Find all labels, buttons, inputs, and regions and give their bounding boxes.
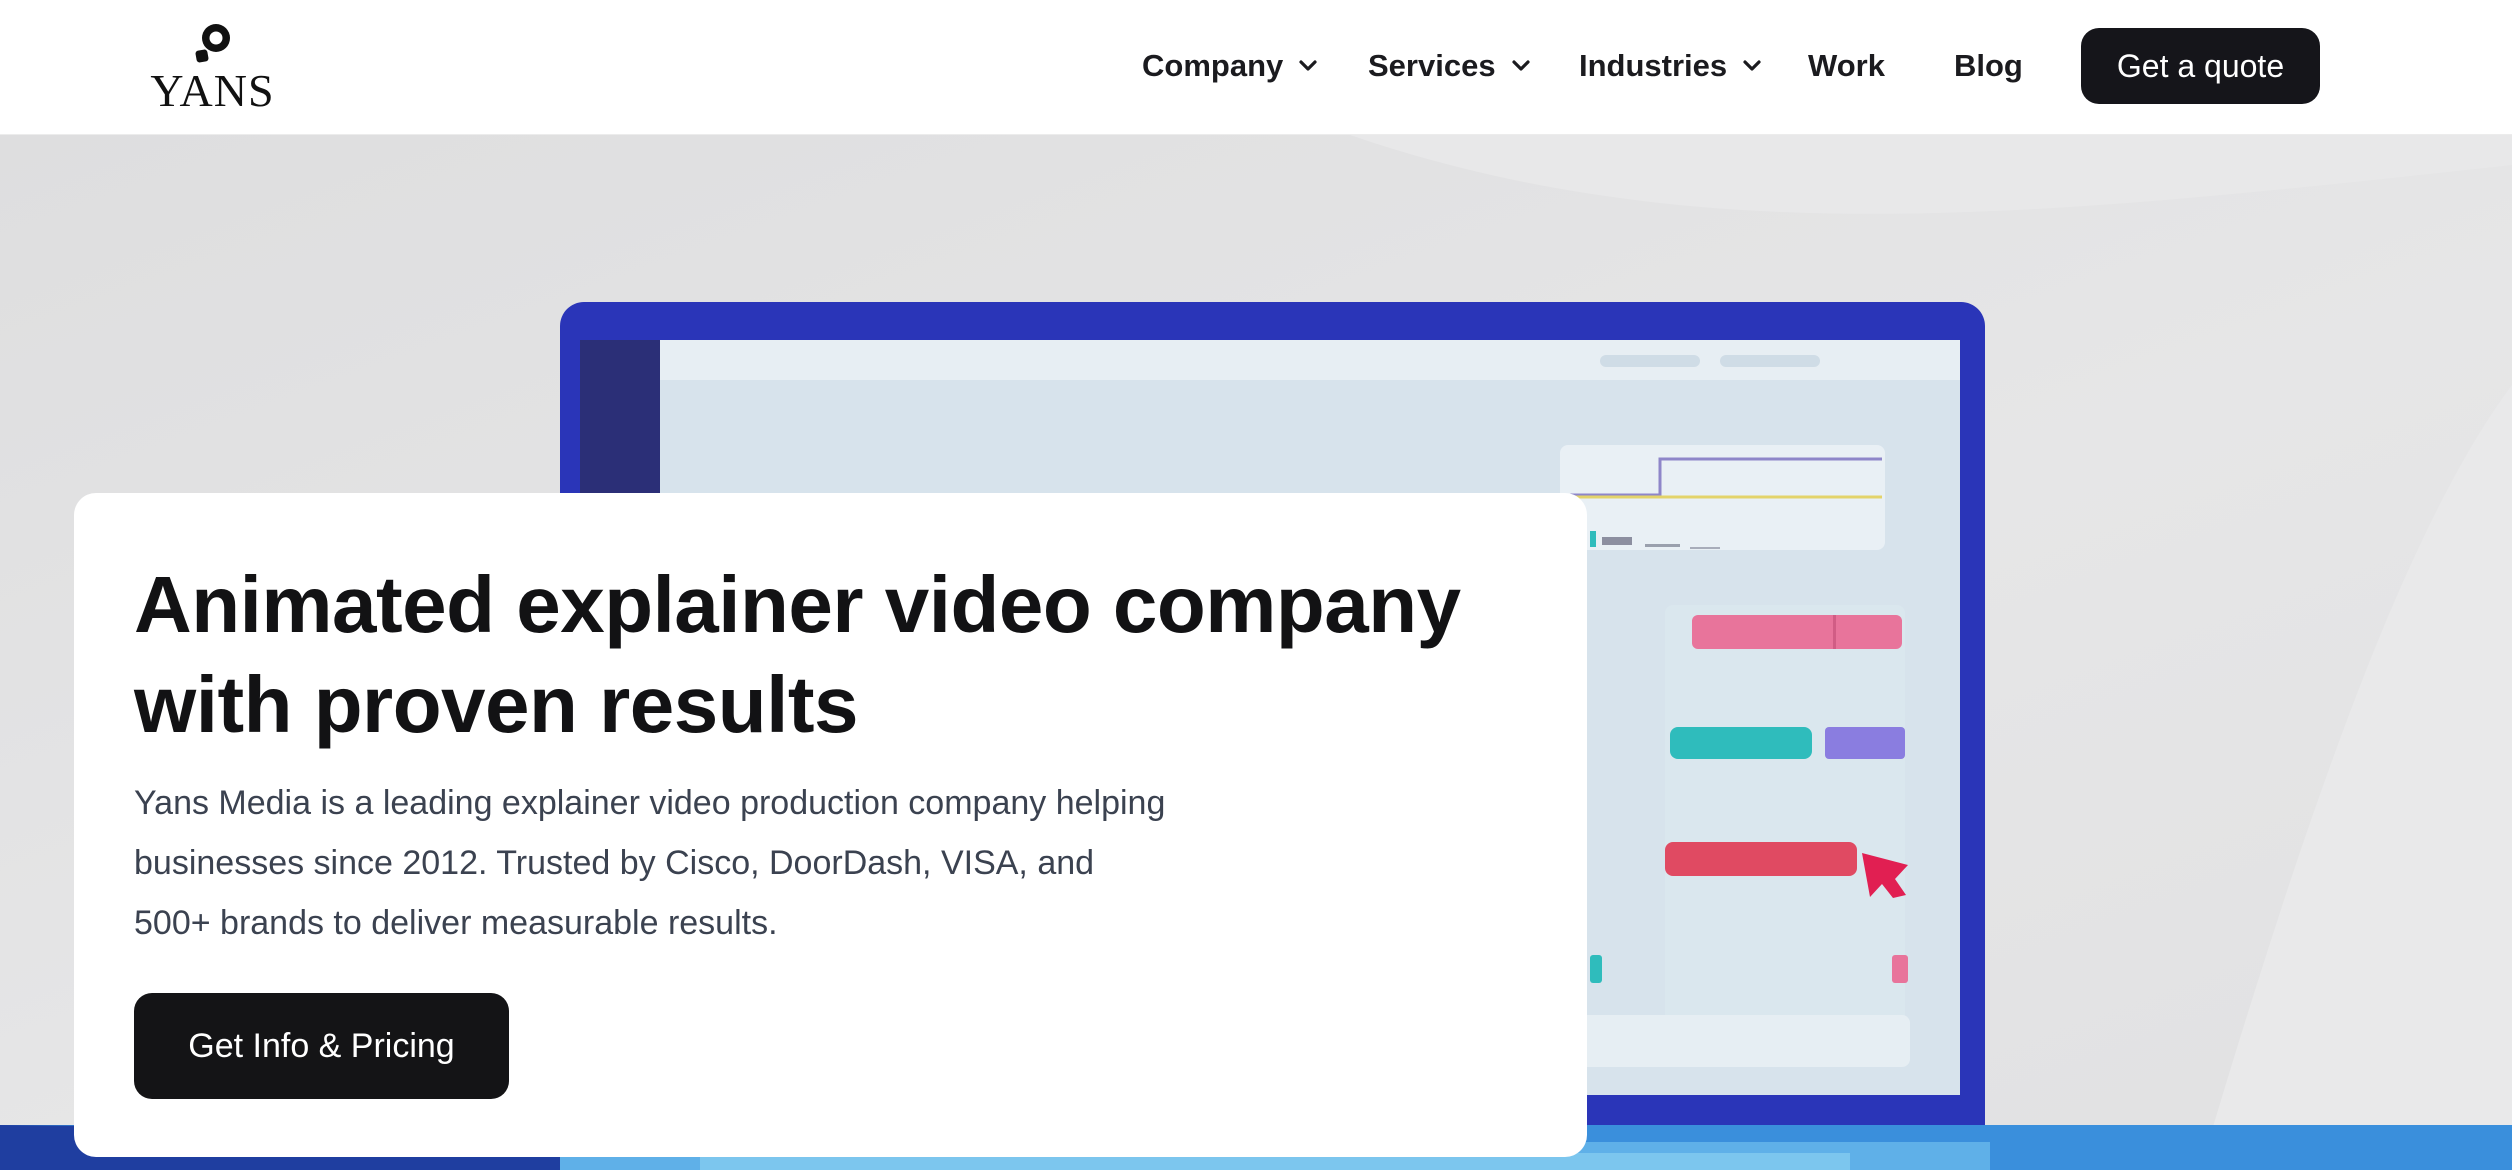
hero-section: Animated explainer video company with pr…	[0, 135, 2512, 1170]
headline-line-1: Animated explainer video company	[134, 560, 1461, 649]
nav-item-company[interactable]: Company	[1142, 44, 1319, 88]
nav-item-label: Industries	[1579, 48, 1728, 83]
main-nav: Company Services Industries Work Blog Ge…	[0, 0, 2512, 135]
nav-item-work[interactable]: Work	[1808, 44, 1885, 88]
chevron-down-icon	[1743, 60, 1761, 71]
nav-item-blog[interactable]: Blog	[1954, 44, 2023, 88]
chevron-down-icon	[1511, 60, 1530, 71]
hero-headline: Animated explainer video company with pr…	[134, 555, 1554, 755]
get-a-quote-button[interactable]: Get a quote	[2081, 28, 2320, 104]
nav-item-industries[interactable]: Industries	[1579, 44, 1763, 88]
site-header: YANS Company Services Industries Work Bl…	[0, 0, 2512, 135]
nav-item-label: Blog	[1954, 48, 2023, 83]
get-info-pricing-button[interactable]: Get Info & Pricing	[134, 993, 509, 1099]
description-line: 500+ brands to deliver measurable result…	[134, 904, 778, 942]
nav-item-label: Work	[1808, 48, 1885, 83]
hero-description: Yans Media is a leading explainer video …	[134, 773, 1254, 953]
description-line: Yans Media is a leading explainer video …	[134, 784, 1166, 822]
headline-line-2: with proven results	[134, 660, 858, 749]
hero-card: Animated explainer video company with pr…	[74, 493, 1587, 1157]
nav-item-label: Company	[1142, 48, 1284, 83]
chevron-down-icon	[1299, 60, 1317, 71]
nav-item-label: Services	[1368, 48, 1496, 83]
nav-item-services[interactable]: Services	[1368, 44, 1532, 88]
description-line: businesses since 2012. Trusted by Cisco,…	[134, 844, 1095, 882]
